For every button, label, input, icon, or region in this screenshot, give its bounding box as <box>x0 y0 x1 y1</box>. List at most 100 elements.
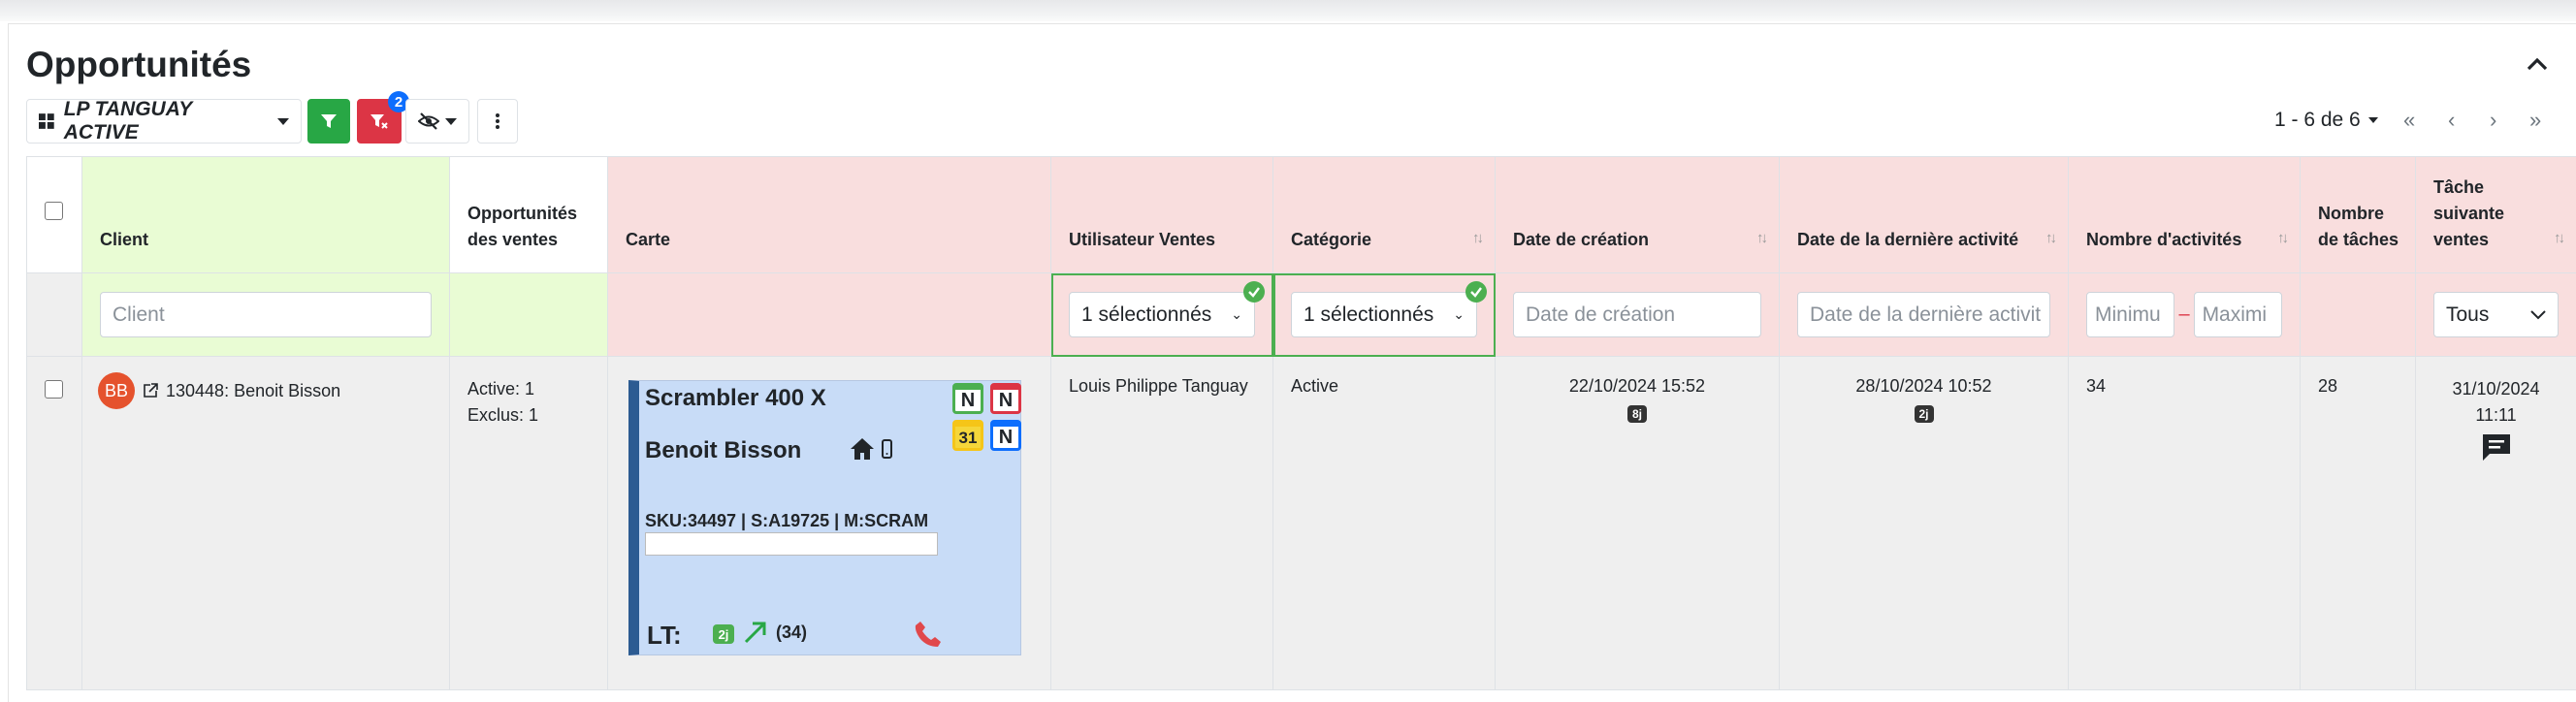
col-sales-user-label: Utilisateur Ventes <box>1069 230 1215 249</box>
category-filter-select[interactable]: 1 sélectionnés⌄ <box>1291 292 1477 337</box>
filter-cell <box>27 273 82 357</box>
last-activity-date: 28/10/2024 10:52 <box>1780 376 2068 397</box>
kebab-icon <box>495 112 500 130</box>
sort-icon[interactable]: ↑↓ <box>1472 225 1481 251</box>
filter-cell: Client <box>82 273 450 357</box>
chevron-up-icon[interactable] <box>2525 52 2550 78</box>
created-date: 22/10/2024 15:52 <box>1496 376 1779 397</box>
view-label: LP TANGUAY ACTIVE <box>64 98 268 144</box>
card-lt-label: LT: <box>647 621 682 651</box>
mobile-icon <box>882 439 892 459</box>
opportunity-card[interactable]: Scrambler 400 X Benoit Bisson N N 31 N S… <box>628 380 1021 655</box>
client-cell: BB 130448: Benoit Bisson <box>82 357 450 690</box>
created-cell: 22/10/2024 15:52 8j <box>1496 357 1780 690</box>
row-checkbox[interactable] <box>45 380 63 399</box>
activity-count-cell: 34 <box>2069 357 2301 690</box>
calendar-icon[interactable]: N <box>952 383 983 414</box>
col-next-task[interactable]: Tâche suivante ventes ↑↓ <box>2416 157 2576 273</box>
filter-cell: 1 sélectionnés⌄ <box>1273 273 1496 357</box>
page-title: Opportunités <box>26 45 251 85</box>
activity-min-input[interactable]: Minimu <box>2086 292 2174 337</box>
trend-up-icon <box>743 620 768 645</box>
chevron-down-icon: ⌄ <box>1231 306 1242 323</box>
filter-icon <box>320 112 338 130</box>
top-shadow <box>0 0 2576 21</box>
card-title: Scrambler 400 X <box>645 385 826 412</box>
created-age-tag: 8j <box>1627 405 1647 423</box>
grid-icon <box>39 113 54 129</box>
col-next-task-label: Tâche suivante ventes <box>2433 177 2504 249</box>
chevron-down-icon <box>2530 310 2546 320</box>
calendar-icon[interactable]: N <box>990 420 1021 451</box>
last-activity-age-tag: 2j <box>1915 405 1934 423</box>
next-task-time: 11:11 <box>2416 402 2576 429</box>
sales-user-cell: Louis Philippe Tanguay <box>1051 357 1273 690</box>
created-filter-input[interactable]: Date de création <box>1513 292 1761 337</box>
col-activity-count[interactable]: Nombre d'activités ↑↓ <box>2069 157 2301 273</box>
col-activity-count-label: Nombre d'activités <box>2086 230 2241 249</box>
filter-button[interactable] <box>307 99 350 144</box>
col-card[interactable]: Carte <box>608 157 1051 273</box>
col-last-activity[interactable]: Date de la dernière activité ↑↓ <box>1780 157 2069 273</box>
first-page-button[interactable]: « <box>2403 108 2415 133</box>
sort-icon[interactable]: ↑↓ <box>1756 225 1765 251</box>
phone-icon[interactable] <box>914 620 943 649</box>
sort-icon[interactable]: ↑↓ <box>2554 225 2562 251</box>
last-activity-filter-input[interactable]: Date de la dernière activit <box>1797 292 2050 337</box>
next-page-button[interactable]: › <box>2490 108 2496 133</box>
last-activity-cell: 28/10/2024 10:52 2j <box>1780 357 2069 690</box>
card-sku: SKU:34497 | S:A19725 | M:SCRAM <box>645 511 942 531</box>
client-name[interactable]: 130448: Benoit Bisson <box>166 381 340 401</box>
opportunities-cell: Active: 1 Exclus: 1 <box>450 357 608 690</box>
filter-cell <box>2301 273 2416 357</box>
sort-icon[interactable]: ↑↓ <box>2045 225 2054 251</box>
category-cell: Active <box>1273 357 1496 690</box>
header-row: Client Opportunités des ventes Carte Uti… <box>27 157 2576 273</box>
pagination-range[interactable]: 1 - 6 de 6 <box>2274 109 2378 132</box>
row-select-cell <box>27 357 82 690</box>
col-created[interactable]: Date de création↑↓ <box>1496 157 1780 273</box>
more-options-button[interactable] <box>477 99 518 144</box>
filter-cell: Minimu – Maximi <box>2069 273 2301 357</box>
calendar-icon[interactable]: N <box>990 383 1021 414</box>
next-task-filter-select[interactable]: Tous <box>2433 292 2559 337</box>
last-page-button[interactable]: » <box>2529 108 2541 133</box>
filter-cell: Date de création <box>1496 273 1780 357</box>
col-task-count[interactable]: Nombre de tâches <box>2301 157 2416 273</box>
col-category[interactable]: Catégorie ↑↓ <box>1273 157 1496 273</box>
sort-icon[interactable]: ↑↓ <box>2277 225 2286 251</box>
client-filter-input[interactable]: Client <box>100 292 432 337</box>
opportunities-table: Client Opportunités des ventes Carte Uti… <box>26 156 2576 690</box>
col-last-activity-label: Date de la dernière activité <box>1797 230 2018 249</box>
external-link-icon[interactable] <box>143 383 158 399</box>
card-notes-field[interactable] <box>645 532 938 556</box>
view-selector-button[interactable]: LP TANGUAY ACTIVE <box>26 99 302 144</box>
avatar[interactable]: BB <box>98 372 135 409</box>
activity-max-input[interactable]: Maximi <box>2194 292 2282 337</box>
column-visibility-button[interactable] <box>405 99 469 144</box>
category-filter-value: 1 sélectionnés <box>1304 303 1433 327</box>
sales-user-filter-select[interactable]: 1 sélectionnés⌄ <box>1069 292 1255 337</box>
col-opportunities[interactable]: Opportunités des ventes <box>450 157 608 273</box>
select-all-cell <box>27 157 82 273</box>
card-lt-count: (34) <box>776 622 807 643</box>
filter-cell: Tous <box>2416 273 2576 357</box>
check-icon <box>1243 281 1265 303</box>
caret-down-icon <box>445 118 457 125</box>
next-task-filter-value: Tous <box>2446 303 2489 327</box>
caret-down-icon <box>2368 117 2378 123</box>
col-category-label: Catégorie <box>1291 230 1371 249</box>
caret-down-icon <box>277 118 289 125</box>
table-row[interactable]: BB 130448: Benoit Bisson Active: 1 Exclu… <box>27 357 2576 690</box>
select-all-checkbox[interactable] <box>45 202 63 220</box>
filter-cell: 1 sélectionnés⌄ <box>1051 273 1273 357</box>
next-task-date: 31/10/2024 <box>2416 376 2576 402</box>
calendar-icon[interactable]: 31 <box>952 420 983 451</box>
prev-page-button[interactable]: ‹ <box>2448 108 2455 133</box>
col-client[interactable]: Client <box>82 157 450 273</box>
comment-icon[interactable] <box>2481 432 2512 462</box>
col-sales-user[interactable]: Utilisateur Ventes <box>1051 157 1273 273</box>
filter-row: Client 1 sélectionnés⌄ 1 sélectionnés⌄ D… <box>27 273 2576 357</box>
card-lt-tag: 2j <box>713 624 734 644</box>
next-task-cell: 31/10/2024 11:11 <box>2416 357 2576 690</box>
